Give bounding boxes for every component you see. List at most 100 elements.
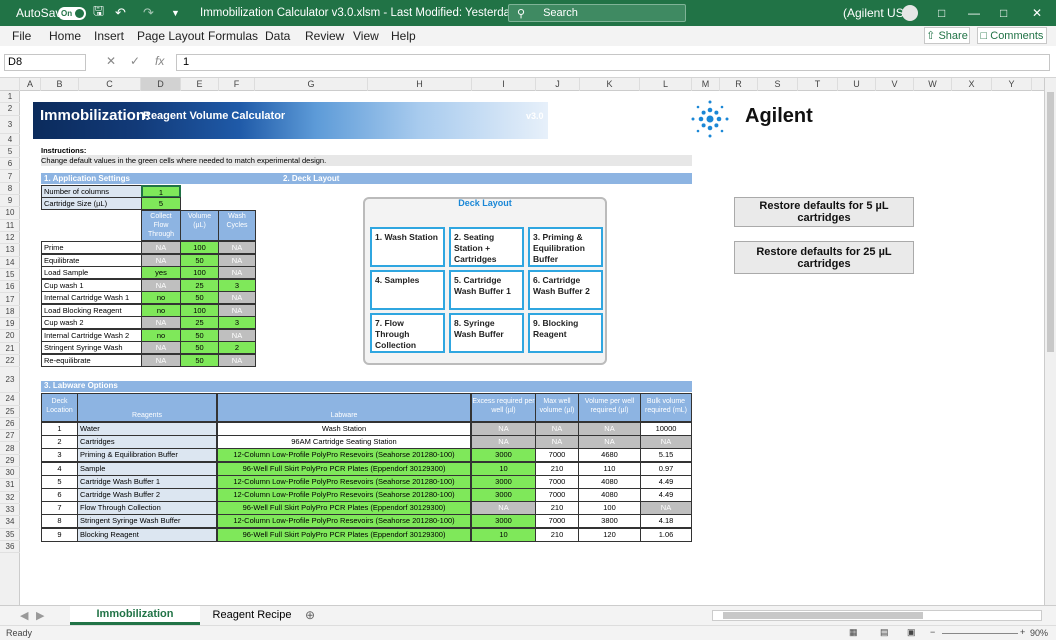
- row-header[interactable]: 35: [0, 529, 20, 541]
- collect-input[interactable]: NA: [141, 341, 181, 354]
- column-header[interactable]: J: [536, 78, 580, 91]
- labware-cell[interactable]: 3000: [471, 514, 536, 529]
- row-header[interactable]: 24: [0, 393, 20, 406]
- column-header[interactable]: M: [692, 78, 720, 91]
- row-header[interactable]: 11: [0, 220, 20, 232]
- row-header[interactable]: 25: [0, 406, 20, 418]
- zoom-slider[interactable]: [942, 633, 1018, 634]
- wash-input[interactable]: 3: [218, 316, 256, 329]
- redo-icon[interactable]: ↷: [143, 0, 154, 26]
- row-header[interactable]: 22: [0, 355, 20, 368]
- share-button[interactable]: ⇧ Share: [924, 27, 970, 44]
- column-header[interactable]: B: [41, 78, 79, 91]
- row-header[interactable]: 21: [0, 343, 20, 355]
- labware-cell[interactable]: NA: [471, 422, 536, 436]
- vertical-scrollbar[interactable]: [1044, 78, 1056, 605]
- tab-home[interactable]: Home: [49, 29, 81, 43]
- column-header[interactable]: H: [368, 78, 472, 91]
- column-header[interactable]: S: [758, 78, 798, 91]
- close-icon[interactable]: ✕: [1032, 0, 1042, 26]
- page-break-icon[interactable]: ▣: [907, 627, 916, 638]
- wash-input[interactable]: NA: [218, 241, 256, 254]
- add-sheet-icon[interactable]: ⊕: [305, 608, 315, 622]
- row-header[interactable]: 23: [0, 367, 20, 394]
- enter-icon[interactable]: ✓: [130, 54, 140, 68]
- row-header[interactable]: 8: [0, 183, 20, 196]
- column-header[interactable]: T: [798, 78, 838, 91]
- column-header[interactable]: A: [20, 78, 41, 91]
- collect-input[interactable]: NA: [141, 353, 181, 367]
- labware-cell[interactable]: 3000: [471, 488, 536, 502]
- restore-25ul-button[interactable]: Restore defaults for 25 µL cartridges: [734, 241, 914, 274]
- wash-input[interactable]: NA: [218, 328, 256, 342]
- row-header[interactable]: 6: [0, 158, 20, 171]
- normal-view-icon[interactable]: ▦: [849, 627, 858, 638]
- labware-cell[interactable]: NA: [471, 501, 536, 516]
- next-sheet-icon[interactable]: ▶: [36, 609, 44, 622]
- cancel-icon[interactable]: ✕: [106, 54, 116, 68]
- column-header[interactable]: I: [472, 78, 536, 91]
- cartridge-size-input[interactable]: 5: [141, 197, 181, 210]
- labware-cell[interactable]: 10: [471, 461, 536, 476]
- name-box[interactable]: D8: [4, 54, 86, 71]
- avatar-icon[interactable]: [902, 5, 918, 21]
- search-box[interactable]: ⚲ Search: [508, 4, 686, 22]
- column-header[interactable]: R: [720, 78, 758, 91]
- row-header[interactable]: 9: [0, 195, 20, 208]
- volume-input[interactable]: 100: [180, 303, 219, 317]
- collect-input[interactable]: NA: [141, 253, 181, 267]
- column-header[interactable]: X: [952, 78, 992, 91]
- row-header[interactable]: 27: [0, 430, 20, 443]
- formula-input[interactable]: 1: [176, 54, 1050, 71]
- row-header[interactable]: 18: [0, 306, 20, 319]
- volume-input[interactable]: 50: [180, 328, 219, 342]
- row-header[interactable]: 4: [0, 134, 20, 146]
- hscroll-thumb[interactable]: [723, 612, 923, 619]
- save-icon[interactable]: 🖫: [93, 0, 104, 26]
- zoom-in-icon[interactable]: +: [1020, 627, 1025, 637]
- collect-input[interactable]: NA: [141, 278, 181, 292]
- comments-button[interactable]: □ Comments: [977, 27, 1047, 44]
- column-header[interactable]: G: [255, 78, 368, 91]
- collect-input[interactable]: no: [141, 303, 181, 317]
- tab-view[interactable]: View: [353, 29, 379, 43]
- collect-input[interactable]: no: [141, 291, 181, 304]
- wash-input[interactable]: NA: [218, 303, 256, 317]
- column-header[interactable]: W: [914, 78, 952, 91]
- tab-data[interactable]: Data: [265, 29, 290, 43]
- labware-cell[interactable]: 3000: [471, 448, 536, 463]
- scroll-thumb[interactable]: [1047, 92, 1054, 352]
- tab-immobilization-calculator[interactable]: Immobilization Calculator: [70, 606, 200, 637]
- row-header[interactable]: 30: [0, 467, 20, 480]
- zoom-out-icon[interactable]: −: [930, 627, 935, 637]
- row-header[interactable]: 34: [0, 516, 20, 529]
- row-header[interactable]: 28: [0, 443, 20, 455]
- volume-input[interactable]: 25: [180, 278, 219, 292]
- column-header[interactable]: C: [79, 78, 141, 91]
- volume-input[interactable]: 50: [180, 253, 219, 267]
- column-header[interactable]: Y: [992, 78, 1032, 91]
- wash-input[interactable]: NA: [218, 266, 256, 279]
- wash-input[interactable]: 2: [218, 341, 256, 354]
- volume-input[interactable]: 50: [180, 341, 219, 354]
- prev-sheet-icon[interactable]: ◀: [20, 609, 28, 622]
- row-header[interactable]: 20: [0, 330, 20, 343]
- maximize-icon[interactable]: □: [1000, 0, 1007, 26]
- tab-help[interactable]: Help: [391, 29, 416, 43]
- row-header[interactable]: 31: [0, 479, 20, 492]
- autosave-toggle[interactable]: On: [58, 6, 86, 20]
- row-header[interactable]: 16: [0, 281, 20, 294]
- row-header[interactable]: 33: [0, 504, 20, 517]
- row-header[interactable]: 17: [0, 294, 20, 306]
- labware-cell[interactable]: NA: [471, 435, 536, 450]
- volume-input[interactable]: 100: [180, 241, 219, 254]
- column-header[interactable]: E: [181, 78, 219, 91]
- labware-cell[interactable]: 3000: [471, 474, 536, 489]
- zoom-level[interactable]: 90%: [1030, 628, 1048, 638]
- row-header[interactable]: 7: [0, 171, 20, 183]
- page-layout-icon[interactable]: ▤: [880, 627, 889, 638]
- column-header[interactable]: D: [141, 78, 181, 91]
- volume-input[interactable]: 50: [180, 291, 219, 304]
- tab-insert[interactable]: Insert: [94, 29, 124, 43]
- row-header[interactable]: 5: [0, 146, 20, 159]
